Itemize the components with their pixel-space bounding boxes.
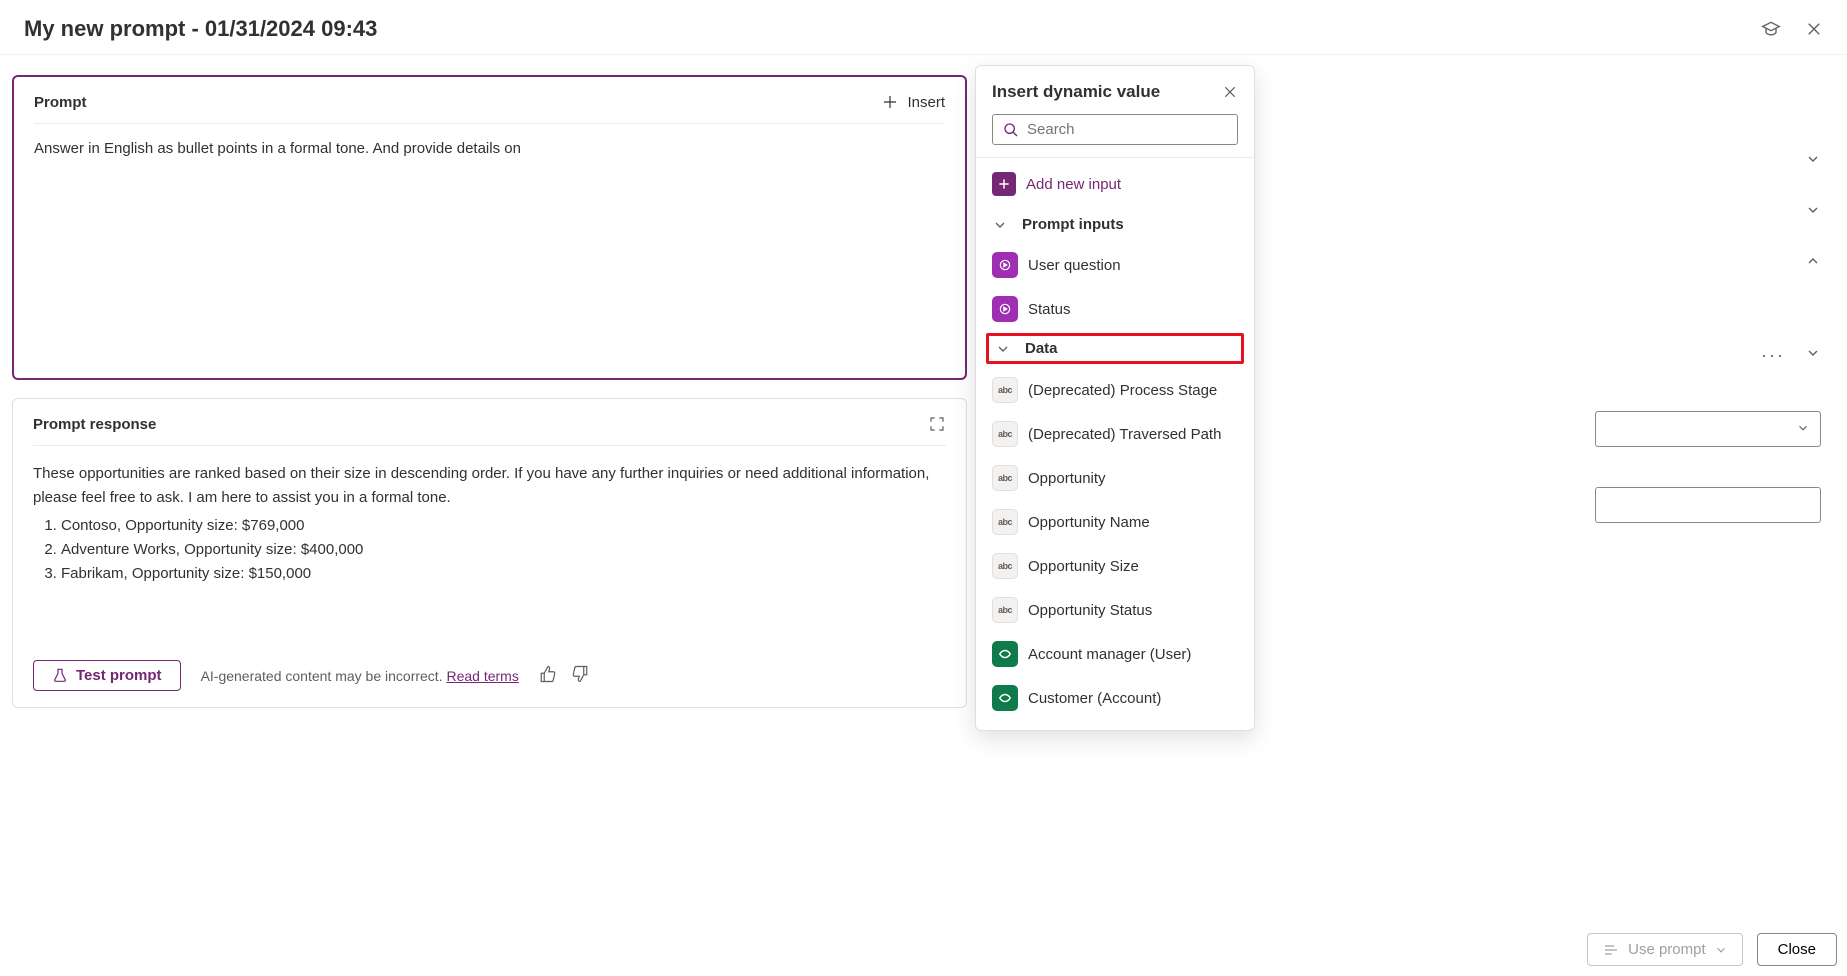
expand-icon[interactable] xyxy=(928,415,946,433)
response-card: Prompt response These opportunities are … xyxy=(12,398,967,708)
flask-icon xyxy=(52,668,68,684)
text-field-icon: abc xyxy=(992,377,1018,403)
dynamic-value-item[interactable]: abc (Deprecated) Process Stage xyxy=(976,368,1254,412)
prompt-label: Prompt xyxy=(34,94,87,111)
test-prompt-button[interactable]: Test prompt xyxy=(33,660,181,691)
text-field-icon: abc xyxy=(992,509,1018,535)
graduation-cap-icon[interactable] xyxy=(1761,19,1781,39)
use-prompt-label: Use prompt xyxy=(1628,941,1706,958)
test-prompt-label: Test prompt xyxy=(76,667,162,684)
use-prompt-button[interactable]: Use prompt xyxy=(1587,933,1743,966)
item-label: Customer (Account) xyxy=(1028,690,1161,707)
add-new-input-label: Add new input xyxy=(1026,176,1121,193)
dynamic-value-item[interactable]: User question xyxy=(976,243,1254,287)
section-data-highlight: Data xyxy=(986,333,1244,364)
search-input[interactable] xyxy=(992,114,1238,145)
item-label: User question xyxy=(1028,257,1121,274)
dynamic-value-item[interactable]: Customer (Account) xyxy=(976,676,1254,720)
item-label: Opportunity Size xyxy=(1028,558,1139,575)
input-icon xyxy=(992,252,1018,278)
add-new-input-button[interactable]: Add new input xyxy=(976,158,1254,206)
disclaimer: AI-generated content may be incorrect. R… xyxy=(201,668,519,684)
dynamic-value-flyout: Insert dynamic value Add new input Promp… xyxy=(975,65,1255,731)
text-field-icon: abc xyxy=(992,465,1018,491)
insert-label: Insert xyxy=(907,94,945,111)
item-label: Status xyxy=(1028,301,1071,318)
item-label: Opportunity Status xyxy=(1028,602,1152,619)
thumbs-down-icon[interactable] xyxy=(571,665,589,686)
item-label: Opportunity xyxy=(1028,470,1106,487)
item-label: (Deprecated) Process Stage xyxy=(1028,382,1217,399)
text-field-icon: abc xyxy=(992,597,1018,623)
item-label: (Deprecated) Traversed Path xyxy=(1028,426,1221,443)
prompt-card-header: Prompt Insert xyxy=(34,93,945,124)
plus-icon xyxy=(881,93,899,111)
dynamic-value-item[interactable]: Status xyxy=(976,287,1254,331)
chevron-down-icon[interactable] xyxy=(1805,151,1821,170)
prompt-card: Prompt Insert Answer in English as bulle… xyxy=(12,75,967,380)
item-label: Account manager (User) xyxy=(1028,646,1191,663)
list-item: Contoso, Opportunity size: $769,000 xyxy=(61,514,946,538)
close-icon[interactable] xyxy=(1805,20,1823,38)
search-wrap xyxy=(976,114,1254,158)
response-list: Contoso, Opportunity size: $769,000 Adve… xyxy=(33,514,946,586)
chevron-down-icon[interactable] xyxy=(1805,345,1821,366)
text-field-icon: abc xyxy=(992,421,1018,447)
dynamic-value-item[interactable]: Account manager (User) xyxy=(976,632,1254,676)
response-intro: These opportunities are ranked based on … xyxy=(33,462,946,510)
section-title: Prompt inputs xyxy=(1022,216,1124,233)
lookup-icon xyxy=(992,685,1018,711)
chevron-down-icon xyxy=(1796,421,1810,438)
response-header: Prompt response xyxy=(33,415,946,446)
plus-icon xyxy=(992,172,1016,196)
close-icon[interactable] xyxy=(1222,84,1238,100)
search-field[interactable] xyxy=(1027,121,1227,138)
dynamic-value-item[interactable]: abc Opportunity Size xyxy=(976,544,1254,588)
flyout-title: Insert dynamic value xyxy=(992,82,1160,102)
insert-button[interactable]: Insert xyxy=(881,93,945,111)
close-button[interactable]: Close xyxy=(1757,933,1837,966)
chevron-down-icon xyxy=(1714,943,1728,957)
response-footer: Test prompt AI-generated content may be … xyxy=(33,646,946,691)
section-title[interactable]: Data xyxy=(1025,340,1058,357)
prompt-text[interactable]: Answer in English as bullet points in a … xyxy=(34,124,945,157)
dynamic-value-item[interactable]: abc Opportunity Name xyxy=(976,500,1254,544)
item-label: Opportunity Name xyxy=(1028,514,1150,531)
read-terms-link[interactable]: Read terms xyxy=(446,668,518,684)
dynamic-value-item[interactable]: abc Opportunity xyxy=(976,456,1254,500)
list-item: Fabrikam, Opportunity size: $150,000 xyxy=(61,562,946,586)
thumbs-up-icon[interactable] xyxy=(539,665,557,686)
feedback-icons xyxy=(539,665,589,686)
section-prompt-inputs[interactable]: Prompt inputs xyxy=(976,206,1254,243)
list-item: Adventure Works, Opportunity size: $400,… xyxy=(61,538,946,562)
header-bar: My new prompt - 01/31/2024 09:43 xyxy=(0,0,1847,55)
response-body: These opportunities are ranked based on … xyxy=(33,446,946,646)
main-layout: Prompt Insert Answer in English as bulle… xyxy=(0,55,1847,724)
chevron-up-icon[interactable] xyxy=(1805,253,1821,272)
left-column: Prompt Insert Answer in English as bulle… xyxy=(12,75,967,708)
search-icon xyxy=(1003,122,1019,138)
lookup-icon xyxy=(992,641,1018,667)
response-label: Prompt response xyxy=(33,416,156,433)
chevron-down-icon xyxy=(992,217,1008,233)
dynamic-value-item[interactable]: abc Opportunity Status xyxy=(976,588,1254,632)
input-icon xyxy=(992,296,1018,322)
header-actions xyxy=(1761,19,1823,39)
right-item-actions: ··· xyxy=(1761,345,1821,366)
dynamic-value-item[interactable]: abc (Deprecated) Traversed Path xyxy=(976,412,1254,456)
page-title: My new prompt - 01/31/2024 09:43 xyxy=(24,16,377,42)
bg-select[interactable] xyxy=(1595,411,1821,447)
right-panel-bg: ··· xyxy=(1256,135,1837,724)
chevron-down-icon[interactable] xyxy=(995,341,1011,357)
flyout-header: Insert dynamic value xyxy=(976,82,1254,114)
bg-input[interactable] xyxy=(1595,487,1821,523)
footer-actions: Use prompt Close xyxy=(1587,933,1837,966)
chevron-down-icon[interactable] xyxy=(1805,202,1821,221)
text-field-icon: abc xyxy=(992,553,1018,579)
prompt-icon xyxy=(1602,942,1620,958)
more-icon[interactable]: ··· xyxy=(1761,345,1785,366)
